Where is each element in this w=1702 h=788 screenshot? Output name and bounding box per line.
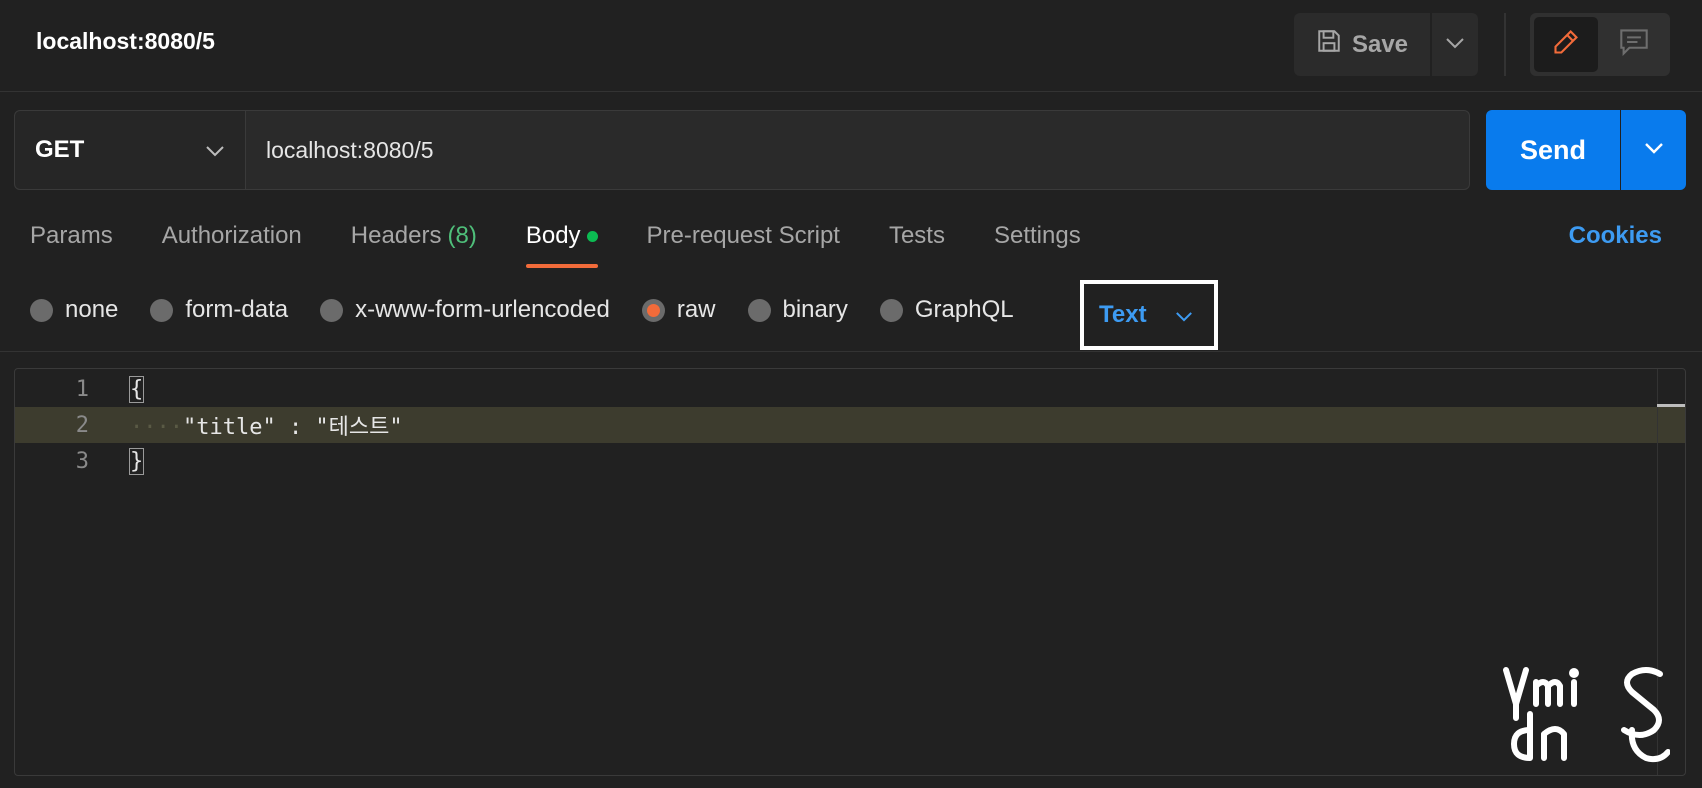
save-label: Save xyxy=(1351,30,1409,58)
method-label: GET xyxy=(35,136,85,163)
cookies-link[interactable]: Cookies xyxy=(1569,222,1662,250)
comment-icon xyxy=(1619,28,1649,61)
body-modified-indicator xyxy=(586,231,598,242)
radio-button[interactable] xyxy=(747,298,771,322)
body-type-raw[interactable]: raw xyxy=(641,296,716,324)
body-type-none[interactable]: none xyxy=(30,296,118,324)
edit-mode-button[interactable] xyxy=(1534,17,1598,72)
save-button[interactable]: Save xyxy=(1294,13,1430,76)
tab-label: Params xyxy=(30,222,113,249)
radio-label: x-www-form-urlencoded xyxy=(355,296,610,323)
view-mode-toggle xyxy=(1530,13,1670,76)
tab-pre-request-script[interactable]: Pre-request Script xyxy=(647,222,840,268)
matched-brace: { xyxy=(128,375,145,403)
body-type-urlencoded[interactable]: x-www-form-urlencoded xyxy=(320,296,610,324)
radio-button[interactable] xyxy=(320,298,344,322)
tab-params[interactable]: Params xyxy=(30,222,113,268)
code-line: 3 } xyxy=(15,443,1685,479)
code-line-active: 2 ····"title" : "테스트" xyxy=(15,407,1685,443)
chevron-down-icon xyxy=(1644,141,1664,159)
chevron-down-icon xyxy=(1175,301,1193,329)
request-header: localhost:8080/5 Save xyxy=(0,0,1702,92)
scrollbar-marker xyxy=(1657,404,1685,407)
request-tabs: Params Authorization Headers (8) Body Pr… xyxy=(30,222,1081,268)
comment-mode-button[interactable] xyxy=(1602,17,1666,72)
radio-button[interactable] xyxy=(30,298,53,322)
code-content: "title" : "테스트" xyxy=(182,415,403,440)
chevron-down-icon xyxy=(1445,36,1465,54)
save-dropdown-button[interactable] xyxy=(1432,13,1478,76)
radio-label: form-data xyxy=(185,296,289,323)
code-text: ····"title" : "테스트" xyxy=(130,409,403,441)
tab-tests[interactable]: Tests xyxy=(889,222,945,268)
body-type-options: none form-data x-www-form-urlencoded raw… xyxy=(30,294,1046,326)
body-type-form-data[interactable]: form-data xyxy=(150,296,288,324)
save-group: Save xyxy=(1294,13,1478,76)
tab-settings[interactable]: Settings xyxy=(994,222,1081,268)
body-editor[interactable]: 1 { 2 ····"title" : "테스트" 3 } xyxy=(14,368,1686,776)
radio-label: none xyxy=(65,296,119,323)
url-input[interactable]: localhost:8080/5 xyxy=(246,110,1470,190)
line-number: 3 xyxy=(75,448,89,474)
tab-label: Body xyxy=(525,222,581,249)
tab-label: Headers xyxy=(350,222,442,249)
radio-label: raw xyxy=(676,296,716,323)
tab-label: Tests xyxy=(888,222,945,249)
whitespace-markers: ···· xyxy=(130,415,183,440)
radio-label: GraphQL xyxy=(914,296,1014,323)
radio-button[interactable] xyxy=(150,298,174,322)
tab-authorization[interactable]: Authorization xyxy=(162,222,302,268)
headers-count: (8) xyxy=(447,222,477,249)
radio-label: binary xyxy=(782,296,848,323)
tab-label: Pre-request Script xyxy=(646,222,840,249)
tab-body[interactable]: Body xyxy=(525,222,598,268)
save-icon xyxy=(1316,28,1342,61)
tab-headers[interactable]: Headers (8) xyxy=(351,222,477,268)
watermark-logo xyxy=(1500,664,1671,764)
code-line: 1 { xyxy=(15,371,1685,407)
send-group: Send xyxy=(1486,110,1686,190)
matched-brace: } xyxy=(128,447,145,475)
line-number: 1 xyxy=(75,376,89,402)
tab-label: Settings xyxy=(993,222,1081,249)
code-text: { xyxy=(128,375,145,403)
raw-format-select[interactable]: Text xyxy=(1080,280,1218,350)
raw-format-label: Text xyxy=(1099,301,1147,328)
code-text: } xyxy=(128,447,145,475)
request-title[interactable]: localhost:8080/5 xyxy=(36,28,215,55)
tab-label: Authorization xyxy=(161,222,302,249)
radio-button-selected[interactable] xyxy=(641,298,665,322)
send-button[interactable]: Send xyxy=(1486,110,1620,190)
radio-button[interactable] xyxy=(879,298,903,322)
method-select[interactable]: GET xyxy=(14,110,246,190)
toolbar-divider xyxy=(1504,13,1506,76)
line-number: 2 xyxy=(75,412,89,438)
body-type-graphql[interactable]: GraphQL xyxy=(879,296,1014,324)
pencil-icon xyxy=(1552,28,1580,61)
chevron-down-icon xyxy=(205,136,225,164)
body-type-binary[interactable]: binary xyxy=(747,296,848,324)
section-divider xyxy=(0,351,1702,352)
send-dropdown-button[interactable] xyxy=(1621,110,1686,190)
